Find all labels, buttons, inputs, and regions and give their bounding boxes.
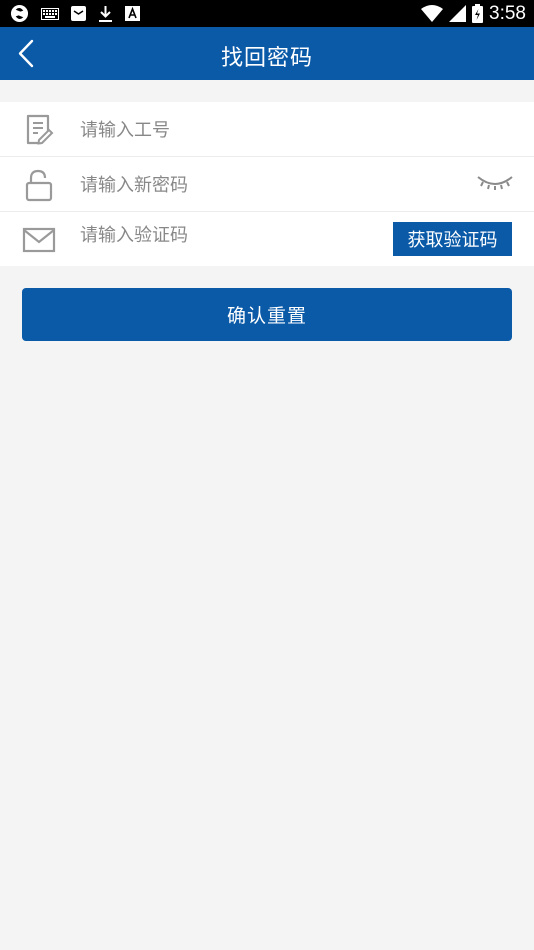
employee-id-row (0, 102, 534, 157)
mail-notification-icon (71, 6, 86, 21)
status-time: 3:58 (489, 2, 526, 24)
status-bar-system: 3:58 (421, 2, 526, 25)
keyboard-icon (41, 7, 59, 20)
wifi-icon (421, 5, 444, 22)
status-bar: 3:58 (0, 0, 534, 27)
signal-icon (449, 5, 467, 22)
get-verification-code-button[interactable]: 获取验证码 (393, 222, 512, 256)
reset-form: 获取验证码 (0, 102, 534, 266)
confirm-reset-button[interactable]: 确认重置 (22, 288, 512, 341)
lock-icon (25, 169, 53, 202)
verification-code-row: 获取验证码 (0, 212, 534, 266)
employee-id-input[interactable] (78, 113, 382, 147)
app-a-icon (125, 6, 140, 21)
document-edit-icon (26, 114, 54, 145)
page-title: 找回密码 (220, 46, 313, 71)
new-password-row (0, 157, 534, 212)
sync-icon (10, 4, 29, 23)
mail-icon (22, 227, 56, 253)
new-password-input[interactable] (78, 168, 382, 202)
app-bar: 找回密码 (0, 27, 534, 80)
download-icon (99, 5, 112, 22)
eye-closed-icon[interactable] (476, 171, 514, 195)
verification-code-input[interactable] (78, 218, 382, 252)
battery-icon (472, 4, 484, 23)
status-bar-notifications (10, 3, 140, 24)
